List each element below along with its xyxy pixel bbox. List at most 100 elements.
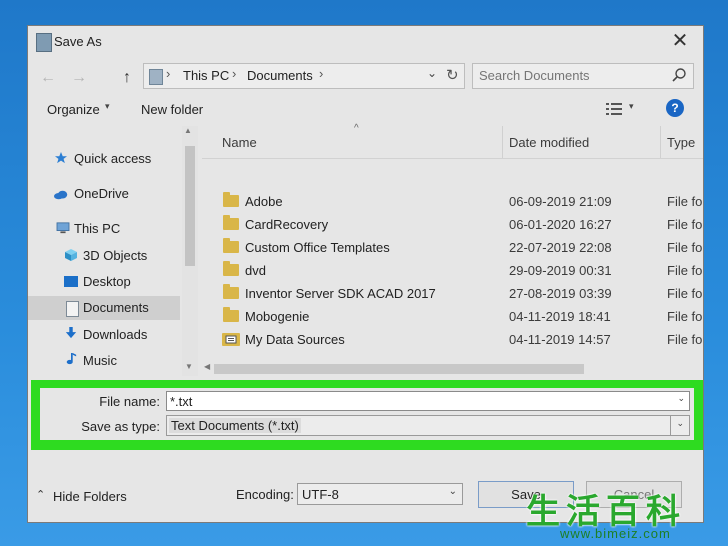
refresh-icon[interactable]: ↻ bbox=[446, 66, 459, 84]
column-divider[interactable] bbox=[502, 126, 503, 158]
file-date: 04-11-2019 14:57 bbox=[509, 332, 611, 347]
chevron-down-icon[interactable]: ⌄ bbox=[677, 393, 685, 404]
sidebar-item-label: OneDrive bbox=[74, 186, 129, 201]
file-name: Custom Office Templates bbox=[245, 240, 390, 255]
chevron-down-icon[interactable]: ⌄ bbox=[676, 418, 684, 429]
sort-ascending-icon: ^ bbox=[354, 123, 359, 134]
file-type: File fo bbox=[667, 194, 703, 209]
column-header-date[interactable]: Date modified bbox=[509, 135, 589, 150]
data-sources-icon bbox=[222, 333, 240, 346]
file-name: My Data Sources bbox=[245, 332, 345, 347]
music-icon bbox=[66, 353, 77, 365]
file-name: Inventor Server SDK ACAD 2017 bbox=[245, 286, 436, 301]
file-date: 22-07-2019 22:08 bbox=[509, 240, 612, 255]
file-name-input[interactable] bbox=[170, 394, 660, 409]
sidebar-item-label: 3D Objects bbox=[83, 248, 148, 263]
title-bar[interactable]: Save As ✕ bbox=[28, 26, 703, 58]
hide-folders-button[interactable]: ⌃ Hide Folders bbox=[36, 488, 146, 508]
file-row[interactable]: Inventor Server SDK ACAD 2017 27-08-2019… bbox=[202, 282, 703, 305]
sidebar-item-label: Desktop bbox=[83, 274, 131, 289]
file-date: 29-09-2019 00:31 bbox=[509, 263, 612, 278]
folder-icon bbox=[223, 307, 239, 322]
scroll-down-icon[interactable]: ▼ bbox=[185, 362, 193, 371]
folder-icon bbox=[223, 261, 239, 276]
help-icon[interactable]: ? bbox=[666, 99, 684, 117]
sidebar-item-documents[interactable]: Documents bbox=[28, 296, 180, 320]
breadcrumb-separator[interactable]: › bbox=[166, 66, 170, 81]
address-history-dropdown[interactable]: ⌄ bbox=[427, 66, 437, 80]
forward-button[interactable]: → bbox=[68, 67, 90, 89]
file-type: File fo bbox=[667, 286, 703, 301]
file-row[interactable]: dvd 29-09-2019 00:31 File fo bbox=[202, 259, 703, 282]
this-pc-icon bbox=[149, 69, 163, 85]
horizontal-scroll-thumb[interactable] bbox=[214, 364, 584, 374]
sidebar-scroll-thumb[interactable] bbox=[185, 146, 195, 266]
sidebar-item-label: Music bbox=[83, 353, 117, 368]
column-header-type[interactable]: Type bbox=[667, 135, 695, 150]
file-name-field[interactable]: ⌄ bbox=[166, 391, 690, 411]
back-button[interactable]: ← bbox=[37, 67, 59, 89]
save-as-type-select[interactable]: Text Documents (*.txt) ⌄ bbox=[166, 415, 690, 436]
horizontal-scrollbar[interactable]: ◀ bbox=[202, 360, 703, 376]
new-folder-button[interactable]: New folder bbox=[141, 102, 203, 117]
file-row[interactable]: My Data Sources 04-11-2019 14:57 File fo bbox=[202, 328, 703, 351]
view-options-icon[interactable] bbox=[606, 102, 622, 116]
sidebar-item-label: Documents bbox=[83, 300, 149, 315]
sidebar-scrollbar[interactable]: ▲ ▼ bbox=[182, 126, 198, 376]
column-header-name[interactable]: Name bbox=[222, 135, 257, 150]
encoding-value: UTF-8 bbox=[302, 487, 339, 502]
chevron-down-icon: ⌄ bbox=[448, 486, 457, 497]
file-row[interactable]: Mobogenie 04-11-2019 18:41 File fo bbox=[202, 305, 703, 328]
organize-caret-icon: ▾ bbox=[105, 101, 110, 111]
document-icon bbox=[66, 301, 79, 317]
up-button[interactable]: ↑ bbox=[116, 67, 138, 89]
sidebar-item-label: Quick access bbox=[74, 151, 152, 166]
breadcrumb-separator[interactable]: › bbox=[232, 66, 236, 81]
highlight-frame: File name: ⌄ Save as type: Text Document… bbox=[31, 380, 703, 450]
navigation-pane: Quick access OneDrive This PC 3D Objects… bbox=[28, 126, 198, 376]
breadcrumb-this-pc[interactable]: This PC bbox=[183, 68, 229, 83]
file-row[interactable]: Adobe 06-09-2019 21:09 File fo bbox=[202, 190, 703, 213]
folder-icon bbox=[223, 215, 239, 230]
breadcrumb-separator[interactable]: › bbox=[319, 66, 323, 81]
computer-icon bbox=[56, 222, 70, 234]
folder-icon bbox=[223, 192, 239, 207]
organize-menu[interactable]: Organize bbox=[47, 102, 100, 117]
search-icon[interactable] bbox=[671, 67, 687, 83]
file-type: File fo bbox=[667, 263, 703, 278]
scroll-up-icon[interactable]: ▲ bbox=[184, 126, 192, 135]
file-date: 27-08-2019 03:39 bbox=[509, 286, 612, 301]
file-date: 04-11-2019 18:41 bbox=[509, 309, 611, 324]
sidebar-item-label: Downloads bbox=[83, 327, 148, 342]
command-bar: Organize ▾ New folder ▾ ? bbox=[28, 97, 703, 125]
sidebar-item-label: This PC bbox=[74, 221, 121, 236]
hide-folders-label: Hide Folders bbox=[53, 489, 127, 504]
file-list: ^ Name Date modified Type Adobe 06-09-20… bbox=[202, 123, 703, 376]
cloud-icon bbox=[54, 190, 68, 200]
chevron-up-icon: ⌃ bbox=[36, 489, 46, 501]
column-header-row: ^ Name Date modified Type bbox=[202, 123, 703, 159]
breadcrumb-documents[interactable]: Documents bbox=[247, 68, 313, 83]
scroll-left-icon[interactable]: ◀ bbox=[204, 362, 210, 371]
search-input[interactable] bbox=[479, 68, 659, 83]
file-name: Adobe bbox=[245, 194, 283, 209]
cube-icon bbox=[65, 249, 77, 261]
file-type: File fo bbox=[667, 217, 703, 232]
address-bar[interactable]: › This PC › Documents › ⌄ ↻ bbox=[143, 63, 465, 89]
file-name-label: File name: bbox=[99, 394, 160, 409]
view-caret-icon[interactable]: ▾ bbox=[629, 101, 634, 112]
encoding-select[interactable]: UTF-8 ⌄ bbox=[297, 483, 463, 505]
save-as-type-label: Save as type: bbox=[81, 419, 160, 434]
close-button[interactable]: ✕ bbox=[657, 26, 703, 58]
file-name: CardRecovery bbox=[245, 217, 329, 232]
encoding-label: Encoding: bbox=[236, 487, 294, 502]
dialog-title: Save As bbox=[54, 34, 102, 49]
file-row[interactable]: Custom Office Templates 22-07-2019 22:08… bbox=[202, 236, 703, 259]
desktop-icon bbox=[64, 276, 78, 287]
search-box[interactable] bbox=[472, 63, 694, 89]
file-row[interactable]: CardRecovery 06-01-2020 16:27 File fo bbox=[202, 213, 703, 236]
file-type: File fo bbox=[667, 332, 703, 347]
column-divider[interactable] bbox=[660, 126, 661, 158]
file-type: File fo bbox=[667, 309, 703, 324]
save-as-type-value: Text Documents (*.txt) bbox=[169, 418, 301, 433]
